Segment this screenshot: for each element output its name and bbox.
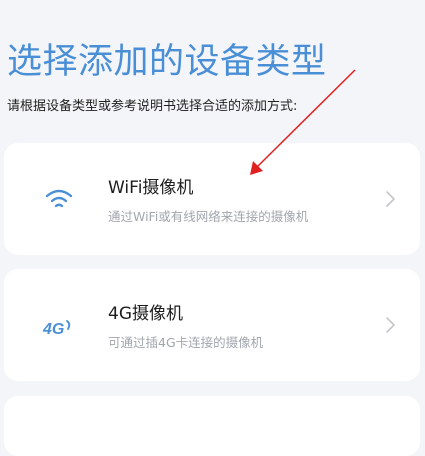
option-card-wifi-camera[interactable]: WiFi摄像机 通过WiFi或有线网络来连接的摄像机 [4, 143, 420, 255]
option-title: WiFi摄像机 [108, 178, 194, 198]
wifi-icon [42, 183, 76, 217]
page-title: 选择添加的设备类型 [7, 42, 327, 82]
4g-icon: 4G [42, 309, 76, 343]
chevron-right-icon [384, 188, 398, 210]
chevron-right-icon [384, 314, 398, 336]
option-card-partial[interactable] [4, 396, 420, 456]
option-card-4g-camera[interactable]: 4G 4G摄像机 可通过插4G卡连接的摄像机 [4, 269, 420, 381]
option-description: 通过WiFi或有线网络来连接的摄像机 [108, 209, 309, 224]
option-description: 可通过插4G卡连接的摄像机 [108, 335, 264, 350]
4g-icon-text: 4G [42, 321, 64, 338]
page-subtitle: 请根据设备类型或参考说明书选择合适的添加方式: [7, 99, 298, 114]
option-title: 4G摄像机 [108, 304, 183, 324]
